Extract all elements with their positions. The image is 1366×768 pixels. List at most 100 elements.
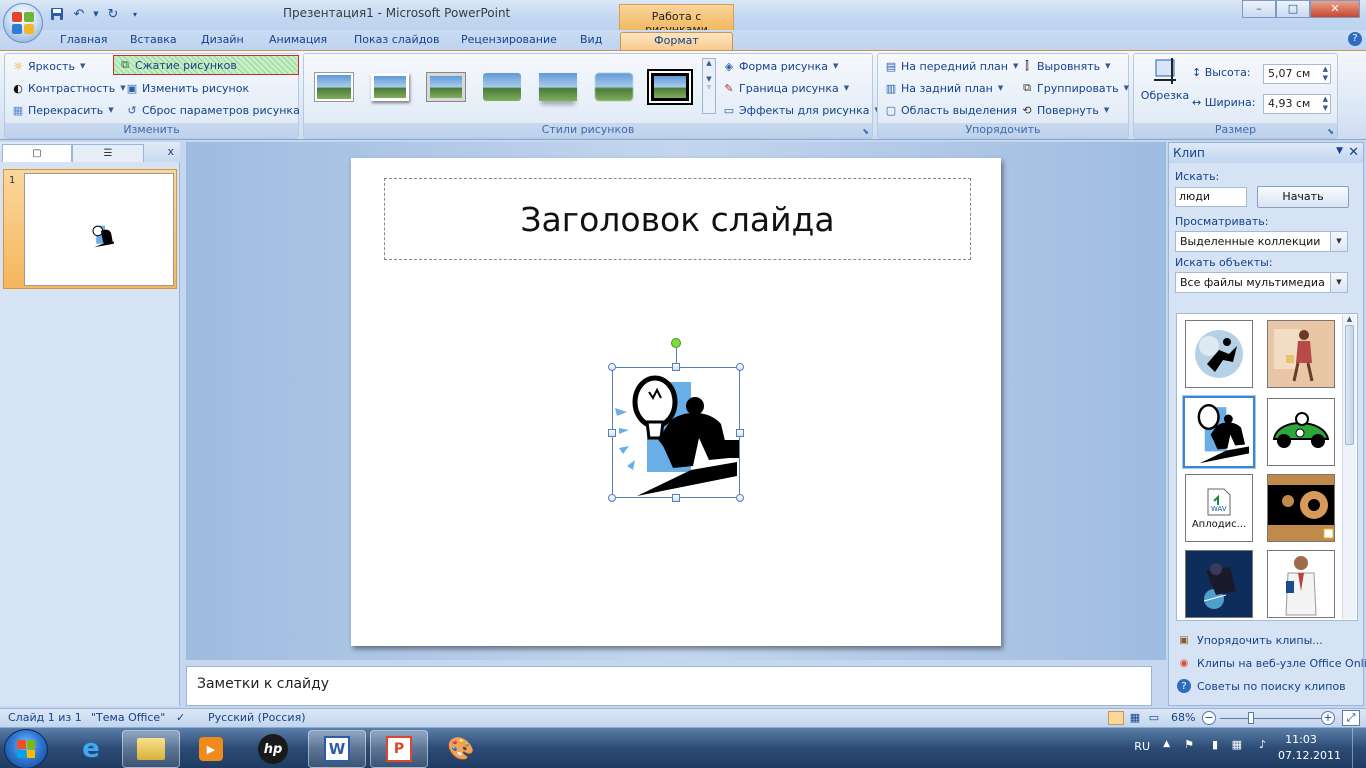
resize-handle[interactable]: [672, 494, 680, 502]
scrollbar-thumb[interactable]: [1345, 325, 1354, 445]
rotation-handle[interactable]: [671, 338, 681, 348]
clip-results-scrollbar[interactable]: ▲: [1342, 315, 1356, 619]
brightness-button[interactable]: ☼ Яркость ▼: [11, 56, 85, 76]
change-picture-button[interactable]: ▣ Изменить рисунок: [125, 78, 249, 98]
dialog-launcher-icon[interactable]: ⬊: [862, 127, 869, 136]
resize-handle[interactable]: [736, 363, 744, 371]
clip-result-item[interactable]: [1185, 320, 1253, 388]
clip-result-item[interactable]: [1267, 474, 1335, 542]
pane-options-icon[interactable]: ▼: [1336, 146, 1343, 156]
group-button[interactable]: ⧉ Группировать ▼: [1020, 78, 1129, 98]
search-go-button[interactable]: Начать: [1257, 186, 1349, 208]
tab-slides[interactable]: ▢: [2, 144, 72, 162]
taskbar-powerpoint[interactable]: P: [370, 730, 428, 768]
taskbar-hp[interactable]: hp: [244, 730, 302, 768]
redo-icon[interactable]: ↻: [104, 5, 122, 23]
maximize-button[interactable]: □: [1276, 0, 1310, 18]
taskbar-explorer[interactable]: [122, 730, 180, 768]
tab-review[interactable]: Рецензирование: [461, 32, 557, 50]
compress-pictures-button[interactable]: ⧉ Сжатие рисунков: [113, 55, 299, 75]
customize-icon[interactable]: ▾: [126, 5, 144, 23]
contrast-button[interactable]: ◐ Контрастность ▼: [11, 78, 125, 98]
resize-handle[interactable]: [608, 363, 616, 371]
show-desktop-button[interactable]: [1352, 728, 1366, 768]
tab-home[interactable]: Главная: [60, 32, 108, 50]
picture-style-thumbnail[interactable]: [480, 68, 524, 106]
spin-arrows-icon[interactable]: ▲ ▼: [1323, 65, 1328, 83]
crop-button[interactable]: Обрезка: [1140, 56, 1190, 116]
picture-shape-button[interactable]: ◈ Форма рисунка ▼: [722, 56, 839, 76]
clock-date[interactable]: 07.12.2011: [1278, 749, 1341, 762]
fit-to-window-icon[interactable]: ⤢: [1342, 710, 1360, 726]
help-icon[interactable]: ?: [1348, 32, 1362, 46]
picture-style-thumbnail[interactable]: [368, 68, 412, 106]
tab-format[interactable]: Формат: [620, 32, 733, 50]
network-icon[interactable]: ▦: [1232, 738, 1242, 751]
resize-handle[interactable]: [736, 429, 744, 437]
zoom-in-icon[interactable]: +: [1321, 711, 1335, 725]
tab-animation[interactable]: Анимация: [269, 32, 327, 50]
normal-view-icon[interactable]: [1108, 711, 1124, 725]
close-icon[interactable]: ✕: [1348, 145, 1359, 160]
slide-sorter-icon[interactable]: ▦: [1127, 711, 1143, 725]
spelling-icon[interactable]: ✓: [176, 711, 185, 724]
clip-result-item[interactable]: [1185, 550, 1253, 618]
clip-result-item-selected[interactable]: [1182, 395, 1256, 469]
search-input[interactable]: люди: [1175, 187, 1247, 207]
save-icon[interactable]: [48, 5, 66, 23]
resize-handle[interactable]: [608, 429, 616, 437]
slide[interactable]: Заголовок слайда: [351, 158, 1001, 646]
undo-icon[interactable]: ↶: [70, 5, 88, 23]
undo-dropdown-icon[interactable]: ▼: [92, 5, 100, 23]
tab-design[interactable]: Дизайн: [201, 32, 244, 50]
selected-clipart-picture[interactable]: [612, 367, 740, 498]
spin-arrows-icon[interactable]: ▲ ▼: [1323, 95, 1328, 113]
media-types-select[interactable]: Все файлы мультимедиа ▼: [1175, 272, 1348, 293]
picture-style-thumbnail[interactable]: [424, 68, 468, 106]
width-input[interactable]: 4,93 см ▲ ▼: [1263, 94, 1331, 114]
search-tips-link[interactable]: ? Советы по поиску клипов: [1177, 679, 1346, 693]
tab-view[interactable]: Вид: [580, 32, 602, 50]
theme-status[interactable]: "Тема Office": [91, 711, 165, 724]
slide-thumbnail[interactable]: [24, 173, 174, 286]
taskbar-paint[interactable]: 🎨: [432, 730, 490, 768]
align-button[interactable]: ⫿ Выровнять ▼: [1020, 56, 1110, 76]
zoom-slider[interactable]: [1220, 718, 1322, 719]
picture-style-thumbnail[interactable]: [536, 68, 580, 106]
clock-time[interactable]: 11:03: [1276, 733, 1326, 746]
send-to-back-button[interactable]: ▥ На задний план ▼: [884, 78, 1003, 98]
resize-handle[interactable]: [736, 494, 744, 502]
gallery-scroll[interactable]: ▲ ▼ ▿: [702, 58, 716, 114]
taskbar-media[interactable]: ▶: [182, 730, 240, 768]
dialog-launcher-icon[interactable]: ⬊: [1327, 127, 1334, 136]
resize-handle[interactable]: [672, 363, 680, 371]
minimize-button[interactable]: –: [1242, 0, 1276, 18]
slide-thumbnail-item[interactable]: 1: [3, 169, 177, 289]
tab-outline[interactable]: ☰: [72, 144, 144, 162]
zoom-out-icon[interactable]: −: [1202, 711, 1216, 725]
picture-style-thumbnail[interactable]: [648, 68, 692, 106]
recolor-button[interactable]: ▦ Перекрасить ▼: [11, 100, 114, 120]
picture-border-button[interactable]: ✎ Граница рисунка ▼: [722, 78, 849, 98]
organize-clips-link[interactable]: ▣ Упорядочить клипы...: [1177, 633, 1323, 647]
chevron-down-icon[interactable]: ▼: [1330, 273, 1347, 292]
rotate-button[interactable]: ⟲ Повернуть ▼: [1020, 100, 1109, 120]
tab-slideshow[interactable]: Показ слайдов: [354, 32, 440, 50]
input-language[interactable]: RU: [1134, 740, 1150, 753]
language-status[interactable]: Русский (Россия): [208, 711, 306, 724]
selection-pane-button[interactable]: ▢ Область выделения: [884, 100, 1017, 120]
clip-result-item[interactable]: [1267, 550, 1335, 618]
taskbar-word[interactable]: W: [308, 730, 366, 768]
zoom-level[interactable]: 68%: [1171, 711, 1195, 724]
picture-style-thumbnail[interactable]: [312, 68, 356, 106]
close-pane-button[interactable]: x: [167, 145, 174, 158]
slide-title-placeholder[interactable]: Заголовок слайда: [384, 178, 971, 260]
clip-result-item[interactable]: [1267, 320, 1335, 388]
power-icon[interactable]: ▮: [1212, 738, 1218, 751]
taskbar-ie[interactable]: e: [62, 730, 120, 768]
tray-expand-icon[interactable]: ▲: [1163, 739, 1170, 749]
clip-result-item[interactable]: WAV Аплодис...: [1185, 474, 1253, 542]
office-online-link[interactable]: ◉ Клипы на веб-узле Office Online: [1177, 656, 1366, 670]
tab-insert[interactable]: Вставка: [130, 32, 177, 50]
office-button[interactable]: [3, 3, 43, 43]
